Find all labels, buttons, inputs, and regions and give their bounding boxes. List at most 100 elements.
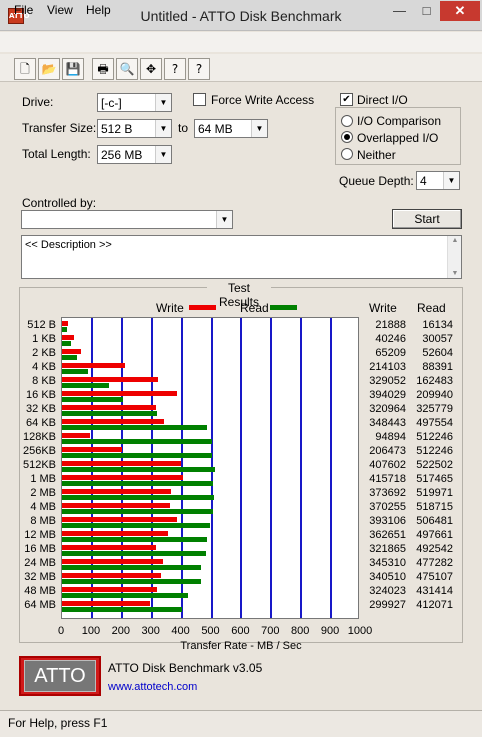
read-value: 506481 xyxy=(416,515,453,527)
read-bar xyxy=(62,537,208,542)
category-label: 16 KB xyxy=(26,389,56,401)
x-tick-label: 100 xyxy=(81,625,101,637)
queue-depth-select[interactable]: 4 ▼ xyxy=(416,171,460,190)
controlled-by-select[interactable]: ▼ xyxy=(21,210,233,229)
category-label: 4 MB xyxy=(30,501,56,513)
read-value: 522502 xyxy=(416,459,453,471)
read-column-header: Read xyxy=(417,301,446,315)
category-label: 512KB xyxy=(22,459,56,471)
category-label: 12 MB xyxy=(24,529,56,541)
transfer-size-from-select[interactable]: 512 B ▼ xyxy=(97,119,172,138)
read-bar xyxy=(62,565,202,570)
legend-write-swatch xyxy=(189,305,216,310)
queue-depth-value: 4 xyxy=(420,174,427,188)
write-value: 345310 xyxy=(369,557,406,569)
drive-select[interactable]: [-c-] ▼ xyxy=(97,93,172,112)
start-button[interactable]: Start xyxy=(392,209,462,229)
x-tick-label: 400 xyxy=(171,625,190,637)
read-value: 512246 xyxy=(416,445,453,457)
x-axis-label: Transfer Rate - MB / Sec xyxy=(180,640,302,652)
read-bar xyxy=(62,523,210,528)
maximize-button[interactable]: □ xyxy=(413,1,440,21)
io-comparison-radio[interactable] xyxy=(341,115,353,127)
write-value: 348443 xyxy=(369,417,406,429)
menu-bar xyxy=(0,32,482,52)
category-label: 8 KB xyxy=(32,375,56,387)
save-icon[interactable]: 💾 xyxy=(62,58,84,80)
overlapped-io-label: Overlapped I/O xyxy=(357,131,439,145)
total-length-select[interactable]: 256 MB ▼ xyxy=(97,145,172,164)
menu-view[interactable]: View xyxy=(47,3,73,17)
chevron-down-icon: ▼ xyxy=(155,94,171,111)
category-label: 64 KB xyxy=(26,417,56,429)
neither-radio[interactable] xyxy=(341,148,353,160)
write-value: 362651 xyxy=(369,529,406,541)
write-bar xyxy=(62,405,156,410)
write-bar xyxy=(62,391,178,396)
direct-io-checkbox[interactable]: ✔ xyxy=(340,93,353,106)
category-label: 64 MB xyxy=(24,599,56,611)
scroll-up-icon[interactable]: ▲ xyxy=(448,237,462,244)
write-bar xyxy=(62,377,159,382)
read-value: 16134 xyxy=(422,319,453,331)
help-icon[interactable]: ? xyxy=(164,58,186,80)
read-bar xyxy=(62,411,158,416)
new-icon[interactable]: 🗋 xyxy=(14,58,36,80)
open-icon[interactable]: 📂 xyxy=(38,58,60,80)
description-scrollbar[interactable]: ▲ ▼ xyxy=(447,236,461,278)
gridline xyxy=(330,318,333,618)
menu-help[interactable]: Help xyxy=(86,3,111,17)
transfer-to-label: to xyxy=(178,121,189,135)
category-label: 32 MB xyxy=(24,571,56,583)
atto-logo-text: ATTO xyxy=(24,660,96,692)
write-value: 21888 xyxy=(375,319,406,331)
move-icon[interactable]: ✥ xyxy=(140,58,162,80)
x-tick-label: 500 xyxy=(201,625,220,637)
print-icon[interactable]: 🖶 xyxy=(92,58,114,80)
read-value: 492542 xyxy=(416,543,453,555)
chevron-down-icon: ▼ xyxy=(443,172,459,189)
write-value: 340510 xyxy=(369,571,406,583)
description-textarea[interactable]: << Description >> ▲ ▼ xyxy=(21,235,462,279)
read-bar xyxy=(62,439,212,444)
transfer-size-to-select[interactable]: 64 MB ▼ xyxy=(194,119,268,138)
write-value: 324023 xyxy=(369,585,406,597)
read-bar xyxy=(62,481,214,486)
read-value: 88391 xyxy=(422,361,453,373)
category-label: 2 MB xyxy=(30,487,56,499)
gridline xyxy=(240,318,243,618)
x-tick-label: 300 xyxy=(141,625,160,637)
read-value: 475107 xyxy=(416,571,453,583)
read-value: 477282 xyxy=(416,557,453,569)
legend-read-label: Read xyxy=(240,301,269,315)
overlapped-io-radio[interactable] xyxy=(341,131,353,143)
minimize-button[interactable]: — xyxy=(386,1,413,21)
category-label: 32 KB xyxy=(26,403,56,415)
write-bar xyxy=(62,335,74,340)
menu-file[interactable]: File xyxy=(14,3,33,17)
chevron-down-icon: ▼ xyxy=(155,146,171,163)
category-label: 8 MB xyxy=(30,515,56,527)
scroll-down-icon[interactable]: ▼ xyxy=(448,270,462,277)
write-value: 320964 xyxy=(369,403,406,415)
x-tick-label: 800 xyxy=(291,625,310,637)
write-bar xyxy=(62,433,90,438)
io-comparison-label: I/O Comparison xyxy=(357,114,442,128)
write-bar xyxy=(62,559,163,564)
context-help-icon[interactable]: ? xyxy=(188,58,210,80)
force-write-checkbox[interactable] xyxy=(193,93,206,106)
close-button[interactable]: ✕ xyxy=(440,1,480,21)
read-value: 518715 xyxy=(416,501,453,513)
website-link[interactable]: www.attotech.com xyxy=(108,681,197,693)
read-bar xyxy=(62,453,212,458)
gridline xyxy=(270,318,273,618)
write-value: 65209 xyxy=(375,347,406,359)
chevron-down-icon: ▼ xyxy=(216,211,232,228)
read-bar xyxy=(62,383,110,388)
product-name: ATTO Disk Benchmark v3.05 xyxy=(108,661,263,675)
write-value: 407602 xyxy=(369,459,406,471)
test-results-title: Test Results xyxy=(207,281,271,309)
print-preview-icon[interactable]: 🔍 xyxy=(116,58,138,80)
direct-io-label: Direct I/O xyxy=(357,93,408,107)
gridline xyxy=(300,318,303,618)
